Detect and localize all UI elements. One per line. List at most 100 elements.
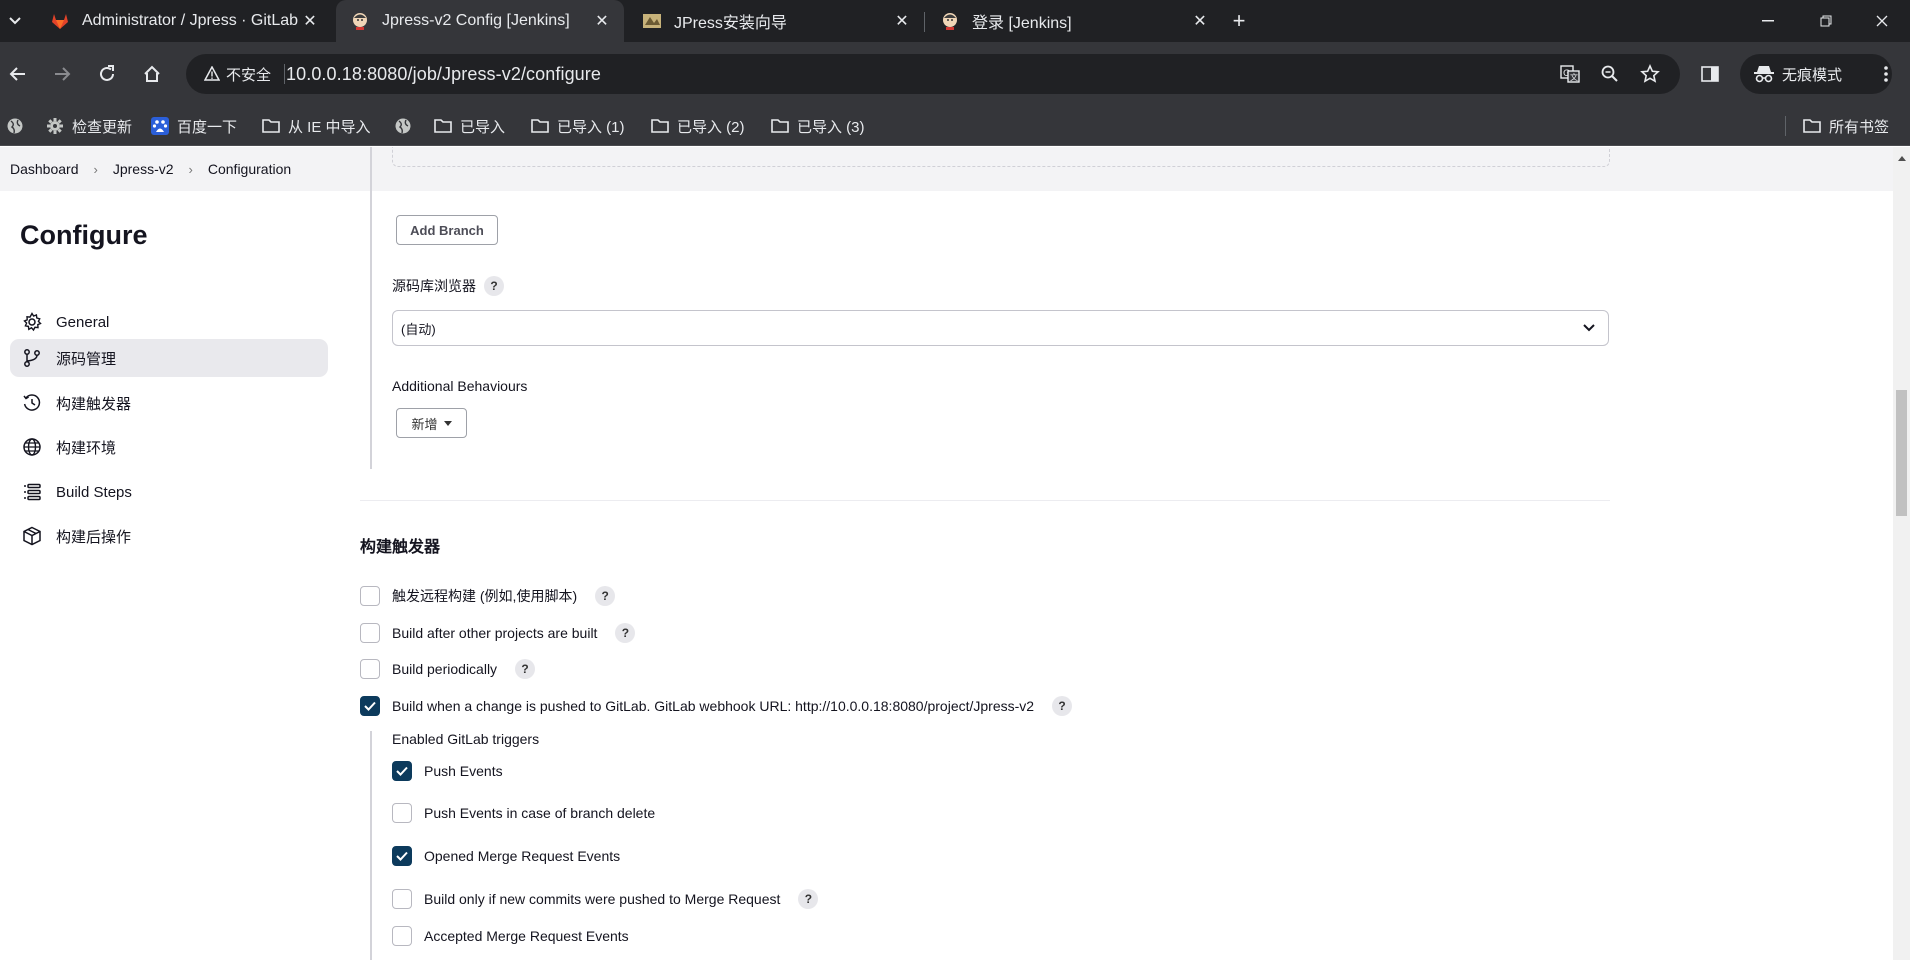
sidebar-item-build-steps[interactable]: Build Steps: [10, 473, 328, 511]
tab-title: Jpress-v2 Config [Jenkins]: [382, 12, 570, 29]
branch-icon: [22, 348, 42, 368]
add-branch-button[interactable]: Add Branch: [396, 215, 498, 245]
bookmark-label: 检查更新: [72, 118, 133, 136]
help-icon[interactable]: ?: [595, 586, 616, 606]
bookmark-globe-2[interactable]: [394, 106, 412, 146]
sidebar-item-label: General: [56, 313, 110, 331]
forward-icon[interactable]: [46, 58, 78, 90]
help-icon[interactable]: ?: [1052, 696, 1073, 716]
checkbox-checked[interactable]: [392, 846, 412, 866]
trigger-after-other-projects[interactable]: Build after other projects are built ?: [360, 623, 636, 643]
translate-icon[interactable]: G文: [1556, 60, 1584, 88]
bookmark-imported-2[interactable]: 已导入 (2): [651, 106, 745, 146]
new-tab-icon[interactable]: +: [1226, 8, 1252, 34]
tab-jenkins-config[interactable]: Jpress-v2 Config [Jenkins] ✕: [336, 0, 624, 42]
back-icon[interactable]: [2, 58, 34, 90]
list-icon: [22, 482, 42, 502]
checkbox[interactable]: [392, 926, 412, 946]
gitlab-trigger-accepted-mr[interactable]: Accepted Merge Request Events: [392, 926, 629, 946]
trigger-remote-build[interactable]: 触发远程构建 (例如,使用脚本) ?: [360, 586, 616, 606]
bookmark-star-icon[interactable]: [1636, 60, 1664, 88]
sidebar-item-scm[interactable]: 源码管理: [10, 339, 328, 377]
reload-icon[interactable]: [91, 58, 123, 90]
checkmark-icon: [396, 851, 408, 861]
help-icon[interactable]: ?: [484, 276, 504, 296]
chevron-right-icon: ›: [188, 161, 193, 177]
tab-search-icon[interactable]: [0, 6, 30, 36]
checkbox-label: 触发远程构建 (例如,使用脚本): [392, 588, 578, 604]
sidebar-item-build-env[interactable]: 构建环境: [10, 428, 328, 466]
restore-icon[interactable]: [1798, 0, 1854, 42]
home-icon[interactable]: [136, 58, 168, 90]
checkbox-checked[interactable]: [360, 696, 380, 716]
bookmark-globe[interactable]: [6, 106, 24, 146]
jenkins-icon: [940, 11, 960, 31]
checkmark-icon: [396, 766, 408, 776]
bookmark-label: 已导入 (3): [797, 118, 865, 136]
close-tab-icon[interactable]: ✕: [1188, 9, 1212, 33]
checkbox[interactable]: [360, 586, 380, 606]
trigger-periodically[interactable]: Build periodically ?: [360, 659, 536, 679]
help-icon[interactable]: ?: [615, 623, 636, 643]
minimize-icon[interactable]: [1740, 0, 1796, 42]
zoom-icon[interactable]: [1596, 60, 1624, 88]
branch-repeatable-container: [392, 147, 1610, 167]
repo-browser-select[interactable]: (自动): [392, 310, 1609, 346]
bookmark-baidu[interactable]: 百度一下: [151, 106, 237, 146]
address-bar[interactable]: 不安全 10.0.0.18:8080/job/Jpress-v2/configu…: [186, 54, 1680, 94]
gitlab-icon: [50, 11, 70, 31]
tab-gitlab[interactable]: Administrator / Jpress · GitLab ✕: [36, 0, 332, 42]
scroll-up-arrow-icon[interactable]: [1893, 151, 1910, 165]
gitlab-trigger-new-commits-mr[interactable]: Build only if new commits were pushed to…: [392, 889, 819, 909]
bookmark-imported-3[interactable]: 已导入 (3): [771, 106, 865, 146]
close-tab-icon[interactable]: ✕: [890, 9, 914, 33]
url-text[interactable]: 10.0.0.18:8080/job/Jpress-v2/configure: [286, 64, 601, 85]
jpress-icon: [642, 11, 662, 31]
folder-icon: [1803, 119, 1821, 133]
checkbox-checked[interactable]: [392, 761, 412, 781]
help-icon[interactable]: ?: [515, 659, 536, 679]
gitlab-trigger-branch-delete[interactable]: Push Events in case of branch delete: [392, 803, 655, 823]
trigger-gitlab-push[interactable]: Build when a change is pushed to GitLab.…: [360, 696, 1073, 716]
breadcrumb-dashboard[interactable]: Dashboard: [10, 161, 79, 177]
chevron-right-icon: ›: [93, 161, 98, 177]
separator: [1785, 116, 1786, 136]
breadcrumb-configuration[interactable]: Configuration: [208, 161, 291, 177]
bookmark-label: 已导入 (2): [677, 118, 745, 136]
sidebar-item-post-build[interactable]: 构建后操作: [10, 517, 328, 555]
page-scrollbar[interactable]: [1893, 147, 1910, 960]
close-tab-icon[interactable]: ✕: [590, 9, 614, 33]
add-behaviour-dropdown[interactable]: 新增: [396, 408, 467, 438]
sidebar-item-triggers[interactable]: 构建触发器: [10, 384, 328, 422]
bookmark-check-update[interactable]: 检查更新: [46, 106, 132, 146]
checkbox[interactable]: [392, 803, 412, 823]
breadcrumb-job[interactable]: Jpress-v2: [113, 161, 174, 177]
not-secure-badge[interactable]: 不安全: [196, 60, 279, 88]
scrollbar-thumb[interactable]: [1896, 390, 1907, 516]
checkbox[interactable]: [360, 659, 380, 679]
close-tab-icon[interactable]: ✕: [298, 9, 322, 33]
bookmark-label: 所有书签: [1829, 118, 1890, 136]
tab-title: JPress安装向导: [674, 15, 787, 32]
close-window-icon[interactable]: [1854, 0, 1910, 42]
gitlab-trigger-opened-mr[interactable]: Opened Merge Request Events: [392, 846, 620, 866]
bookmark-imported[interactable]: 已导入: [434, 106, 505, 146]
checkbox[interactable]: [392, 889, 412, 909]
checkbox-label: Build after other projects are built: [392, 625, 598, 641]
gitlab-trigger-push-events[interactable]: Push Events: [392, 761, 503, 781]
more-menu-icon[interactable]: [1870, 58, 1902, 90]
section-divider: [360, 500, 1610, 501]
tab-jenkins-login[interactable]: 登录 [Jenkins] ✕: [926, 0, 1222, 42]
checkbox[interactable]: [360, 623, 380, 643]
jenkins-icon: [350, 11, 370, 31]
sidebar-item-label: Build Steps: [56, 483, 132, 501]
bookmark-import-ie[interactable]: 从 IE 中导入: [262, 106, 371, 146]
tab-jpress[interactable]: JPress安装向导 ✕: [628, 0, 924, 42]
sidebar-item-label: 构建触发器: [56, 395, 132, 413]
bookmark-label: 从 IE 中导入: [288, 118, 371, 136]
bookmark-imported-1[interactable]: 已导入 (1): [531, 106, 625, 146]
help-icon[interactable]: ?: [798, 889, 819, 909]
sidebar-item-general[interactable]: General: [10, 303, 328, 341]
side-panel-icon[interactable]: [1694, 58, 1726, 90]
all-bookmarks[interactable]: 所有书签: [1803, 106, 1889, 146]
